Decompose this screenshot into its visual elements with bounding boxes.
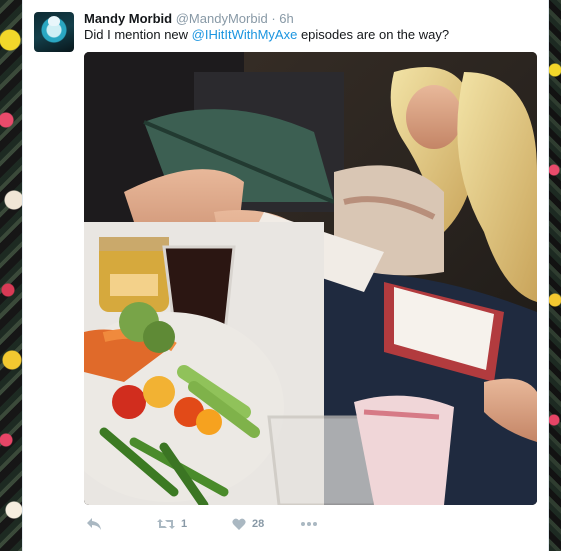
timestamp[interactable]: 6h bbox=[279, 11, 293, 26]
reply-icon bbox=[87, 518, 101, 530]
retweet-icon bbox=[157, 519, 175, 529]
heart-icon bbox=[232, 518, 246, 530]
reply-button[interactable] bbox=[86, 514, 102, 534]
retweet-count: 1 bbox=[181, 518, 188, 530]
floral-background-right bbox=[549, 0, 561, 551]
photo-illustration bbox=[84, 52, 537, 505]
tweet-text: Did I mention new @IHitItWithMyAxe episo… bbox=[84, 27, 449, 42]
display-name[interactable]: Mandy Morbid bbox=[84, 11, 172, 26]
mention-link[interactable]: @IHitItWithMyAxe bbox=[192, 27, 298, 42]
retweet-button[interactable]: 1 bbox=[157, 514, 187, 534]
more-button[interactable] bbox=[300, 514, 318, 534]
avatar[interactable] bbox=[34, 12, 74, 52]
tweet-actions: 1 28 bbox=[84, 514, 384, 534]
like-count: 28 bbox=[252, 518, 265, 530]
more-icon bbox=[301, 522, 317, 526]
separator-dot: · bbox=[271, 11, 276, 26]
floral-background-left bbox=[0, 0, 22, 551]
like-button[interactable]: 28 bbox=[232, 514, 264, 534]
tweet-header: Mandy Morbid @MandyMorbid · 6h bbox=[84, 11, 294, 26]
tweet-photo[interactable] bbox=[84, 52, 537, 505]
user-handle[interactable]: @MandyMorbid bbox=[176, 11, 268, 26]
tweet-text-after: episodes are on the way? bbox=[297, 27, 450, 42]
tweet-text-before: Did I mention new bbox=[84, 27, 192, 42]
